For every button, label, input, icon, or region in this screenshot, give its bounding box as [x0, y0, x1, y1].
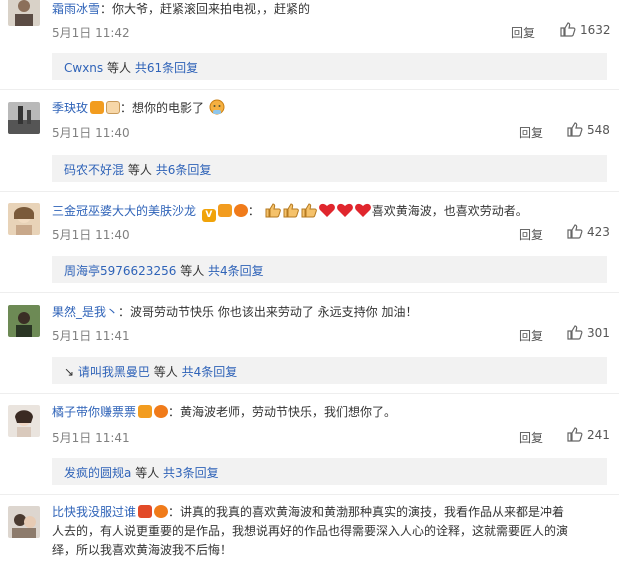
username[interactable]: 橘子带你赚票票 — [52, 405, 136, 419]
comment-text-line-2: 人去的，有人说更重要的是作品，我想说再好的作品也得需要深入人心的诠释，这就需要匠… — [52, 524, 569, 538]
reply-arrow-icon: ↘ — [64, 365, 75, 379]
like-count: 301 — [587, 326, 610, 340]
sub-reply-count[interactable]: 共61条回复 — [135, 61, 198, 75]
thumbs-up-icon — [567, 122, 583, 137]
sub-reply-count[interactable]: 共4条回复 — [182, 365, 238, 379]
sub-reply-count[interactable]: 共4条回复 — [208, 264, 264, 278]
avatar[interactable] — [8, 405, 40, 437]
sub-reply-count[interactable]: 共6条回复 — [156, 163, 212, 177]
face-emoji-icon — [209, 99, 225, 115]
thumbs-up-icon — [567, 325, 583, 340]
thumbs-up-icon — [560, 22, 576, 37]
heart-emoji-icon — [336, 203, 353, 217]
divider — [0, 89, 619, 90]
like-button[interactable]: 241 — [567, 427, 610, 442]
avatar[interactable] — [8, 203, 40, 235]
reply-button[interactable]: 回复 — [519, 429, 543, 446]
like-button[interactable]: 1632 — [560, 22, 611, 37]
sub-replies[interactable]: 码农不好混 等人 共6条回复 — [52, 155, 607, 182]
like-count: 241 — [587, 428, 610, 442]
sub-reply-user[interactable]: Cwxns — [64, 61, 103, 75]
sub-reply-suffix: 等人 — [106, 61, 131, 75]
timestamp: 5月1日 11:42 — [52, 26, 130, 40]
sub-replies[interactable]: 发疯的圆规a 等人 共3条回复 — [52, 458, 607, 485]
like-count: 1632 — [580, 23, 611, 37]
avatar[interactable] — [8, 305, 40, 337]
vip-badge-icon — [138, 505, 153, 518]
like-button[interactable]: 423 — [567, 224, 610, 239]
avatar[interactable] — [8, 102, 40, 134]
heart-emoji-icon — [318, 203, 335, 217]
username[interactable]: 三金冠巫婆大大的美肤沙龙 — [52, 204, 196, 218]
sub-reply-suffix: 等人 — [135, 466, 160, 480]
like-button[interactable]: 548 — [567, 122, 610, 137]
sub-reply-suffix: 等人 — [153, 365, 178, 379]
comment-text-line-1: ：讲真的我真的喜欢黄海波和黄渤那种真实的演技，我看作品从来都是冲着 — [168, 505, 565, 519]
comment-text: ：想你的电影了 — [120, 101, 205, 115]
timestamp: 5月1日 11:40 — [52, 126, 130, 140]
thumbs-up-emoji-icon — [301, 203, 317, 218]
heart-emoji-icon — [354, 203, 371, 217]
timestamp: 5月1日 11:41 — [52, 431, 130, 445]
sub-reply-user[interactable]: 周海亭5976623256 — [64, 264, 176, 278]
bear-badge-icon — [106, 101, 121, 114]
vip-badge-icon — [217, 204, 232, 217]
divider — [0, 292, 619, 293]
avatar[interactable] — [8, 506, 40, 538]
thumbs-up-icon — [567, 427, 583, 442]
like-count: 548 — [587, 123, 610, 137]
comment-text: 喜欢黄海波，也喜欢劳动者。 — [371, 204, 528, 218]
reply-button[interactable]: 回复 — [519, 327, 543, 344]
sub-replies[interactable]: Cwxns 等人 共61条回复 — [52, 53, 607, 80]
comment-text: ：黄海波老师，劳动节快乐，我们想你了。 — [168, 405, 397, 419]
reply-button[interactable]: 回复 — [511, 24, 535, 41]
vip-badge-icon — [138, 405, 153, 418]
comment-text: ：波哥劳动节快乐 你也该出来劳动了 永远支持你 加油！ — [118, 305, 418, 319]
sub-replies[interactable]: 周海亭5976623256 等人 共4条回复 — [52, 256, 607, 283]
username[interactable]: 果然_是我丶 — [52, 305, 118, 319]
thumbs-up-icon — [567, 224, 583, 239]
pumpkin-badge-icon — [154, 405, 169, 418]
thumbs-up-emoji-icon — [265, 203, 281, 218]
sub-reply-suffix: 等人 — [180, 264, 205, 278]
sub-reply-suffix: 等人 — [127, 163, 152, 177]
divider — [0, 191, 619, 192]
like-count: 423 — [587, 225, 610, 239]
thumbs-up-emoji-icon — [283, 203, 299, 218]
comment-text-line-3: 绎，所以我喜欢黄海波我不后悔！ — [52, 543, 233, 557]
comment-text: ：你大爷，赶紧滚回来拍电视，，赶紧的 — [100, 2, 311, 16]
sub-reply-user[interactable]: 发疯的圆规a — [64, 466, 131, 480]
reply-button[interactable]: 回复 — [519, 226, 543, 243]
timestamp: 5月1日 11:41 — [52, 329, 130, 343]
pumpkin-badge-icon — [233, 204, 248, 217]
divider — [0, 494, 619, 495]
username[interactable]: 比快我没服过谁 — [52, 505, 136, 519]
sub-reply-user[interactable]: 请叫我黑曼巴 — [78, 365, 150, 379]
timestamp: 5月1日 11:40 — [52, 228, 130, 242]
like-button[interactable]: 301 — [567, 325, 610, 340]
reply-button[interactable]: 回复 — [519, 124, 543, 141]
sub-reply-count[interactable]: 共3条回复 — [163, 466, 219, 480]
verified-v-icon: V — [201, 209, 216, 222]
divider — [0, 393, 619, 394]
vip-badge-icon — [90, 101, 105, 114]
username[interactable]: 霜雨冰雪 — [52, 2, 100, 16]
username[interactable]: 季玦玫 — [52, 101, 88, 115]
avatar[interactable] — [8, 0, 40, 26]
sub-reply-user[interactable]: 码农不好混 — [64, 163, 124, 177]
sub-replies[interactable]: ↘ 请叫我黑曼巴 等人 共4条回复 — [52, 357, 607, 384]
pumpkin-badge-icon — [154, 505, 169, 518]
